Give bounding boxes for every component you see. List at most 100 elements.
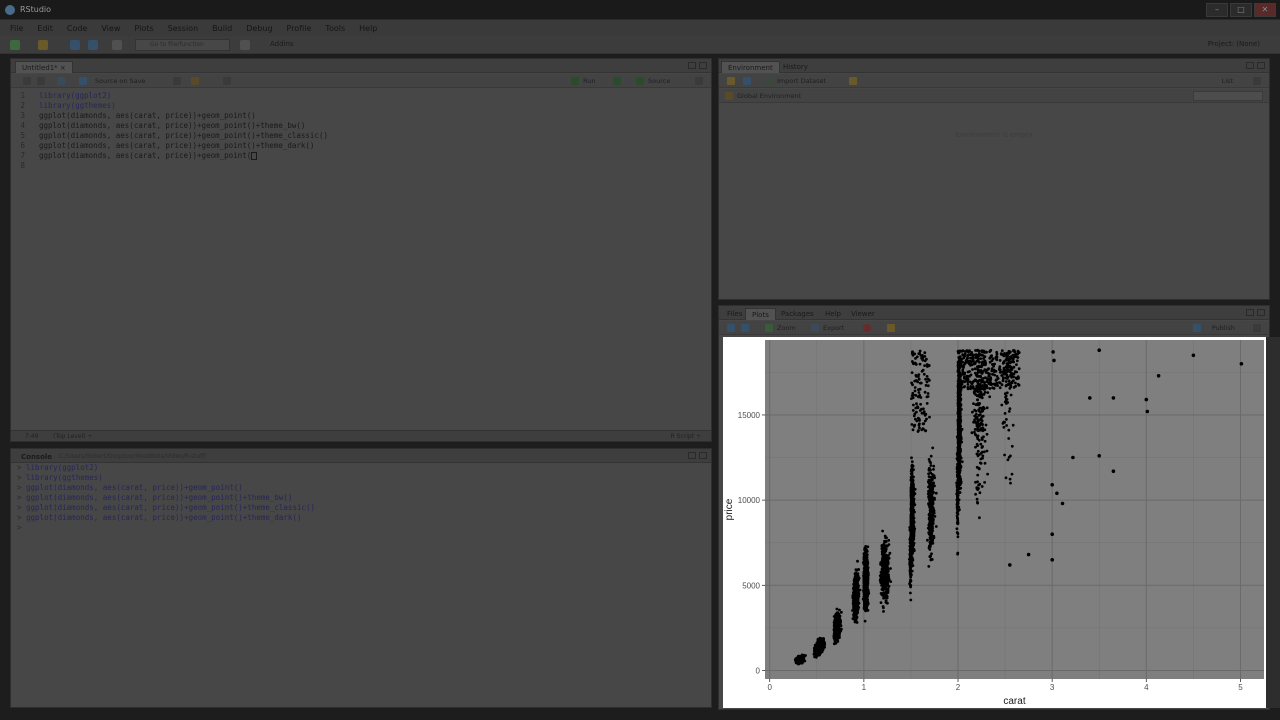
- save-icon[interactable]: [70, 40, 80, 50]
- print-icon[interactable]: [112, 40, 122, 50]
- zoom-button[interactable]: Zoom: [777, 324, 796, 332]
- menu-debug[interactable]: Debug: [246, 24, 272, 33]
- tab-close-icon[interactable]: ×: [60, 64, 66, 72]
- code-line: 6 ggplot(diamonds, aes(carat, price))+geo…: [20, 141, 315, 150]
- menu-tools[interactable]: Tools: [325, 24, 345, 33]
- tab-environment[interactable]: Environment: [721, 61, 780, 73]
- forward-arrow-icon[interactable]: [37, 77, 45, 85]
- menu-file[interactable]: File: [10, 24, 23, 33]
- source-editor-pane: Untitled1* × Source on Save Run Source 1…: [10, 58, 712, 442]
- menu-help[interactable]: Help: [359, 24, 377, 33]
- remove-plot-icon[interactable]: [863, 324, 871, 332]
- menu-plots[interactable]: Plots: [134, 24, 153, 33]
- search-icon[interactable]: [173, 77, 181, 85]
- import-dataset-icon: [765, 77, 773, 85]
- data-point: [882, 542, 886, 545]
- tab-untitled1[interactable]: Untitled1* ×: [15, 61, 73, 73]
- broom-clear-icon[interactable]: [849, 77, 857, 85]
- data-point: [864, 559, 868, 563]
- tab-label: Untitled1*: [22, 64, 58, 72]
- minimize-pane-icon[interactable]: [1246, 62, 1254, 69]
- outline-icon[interactable]: [695, 77, 703, 85]
- data-point: [882, 552, 885, 555]
- load-workspace-icon[interactable]: [727, 77, 735, 85]
- new-file-icon[interactable]: [10, 40, 20, 50]
- open-project-icon[interactable]: [38, 40, 48, 50]
- data-point: [863, 563, 867, 567]
- code-tools-icon[interactable]: [191, 77, 199, 85]
- minimize-icon[interactable]: –: [1206, 3, 1228, 17]
- zoom-icon: [765, 324, 773, 332]
- data-point: [820, 642, 824, 645]
- minimize-pane-icon[interactable]: [1246, 309, 1254, 316]
- menu-build[interactable]: Build: [212, 24, 232, 33]
- maximize-pane-icon[interactable]: [699, 62, 707, 69]
- compile-report-icon[interactable]: [223, 77, 231, 85]
- source-on-save-checkbox[interactable]: Source on Save: [95, 77, 146, 85]
- broom-clear-icon[interactable]: [887, 324, 895, 332]
- close-icon[interactable]: ✕: [1254, 3, 1276, 17]
- data-point: [885, 563, 888, 566]
- maximize-icon[interactable]: □: [1230, 3, 1252, 17]
- tab-console[interactable]: Console: [15, 451, 58, 463]
- save-all-icon[interactable]: [88, 40, 98, 50]
- menu-session[interactable]: Session: [168, 24, 199, 33]
- x-tick-label: 0: [767, 683, 772, 692]
- minimize-pane-icon[interactable]: [688, 62, 696, 69]
- save-workspace-icon[interactable]: [743, 77, 751, 85]
- project-menu[interactable]: Project: (None): [1208, 40, 1260, 48]
- maximize-pane-icon[interactable]: [1257, 309, 1265, 316]
- menu-profile[interactable]: Profile: [287, 24, 312, 33]
- run-button[interactable]: Run: [583, 77, 595, 85]
- rstudio-logo-icon: [5, 5, 15, 15]
- addins-button[interactable]: Addins: [270, 40, 294, 48]
- data-point: [881, 529, 884, 533]
- data-point: [853, 609, 856, 613]
- source-button[interactable]: Source: [648, 77, 670, 85]
- tab-history[interactable]: History: [777, 61, 814, 73]
- refresh-icon[interactable]: [1253, 324, 1261, 332]
- menu-view[interactable]: View: [101, 24, 120, 33]
- tab-packages[interactable]: Packages: [775, 308, 820, 320]
- environment-scope-bar: Global Environment: [719, 89, 1269, 103]
- data-point: [883, 587, 886, 591]
- pane-layout-icon[interactable]: [240, 40, 250, 50]
- data-point: [887, 584, 891, 588]
- forward-arrow-icon[interactable]: [741, 324, 749, 332]
- rerun-icon[interactable]: [613, 77, 621, 85]
- menu-edit[interactable]: Edit: [37, 24, 53, 33]
- code-editor[interactable]: 1 library(ggplot2) 2 library(ggthemes) 3 gg…: [17, 91, 707, 171]
- refresh-icon[interactable]: [1253, 77, 1261, 85]
- console-output[interactable]: > library(ggplot2) > library(ggthemes) >…: [17, 463, 707, 533]
- tab-plots[interactable]: Plots: [745, 308, 776, 320]
- environment-search-input[interactable]: [1193, 91, 1263, 101]
- minimize-pane-icon[interactable]: [688, 452, 696, 459]
- list-view-menu[interactable]: List: [1222, 77, 1233, 85]
- data-point: [863, 584, 867, 588]
- save-icon[interactable]: [79, 77, 87, 85]
- back-arrow-icon[interactable]: [727, 324, 735, 332]
- plot-viewer[interactable]: 0 1 2 3 4 5 0 5000 10000 15000 carat price: [723, 337, 1266, 708]
- console-line: > library(ggplot2): [17, 463, 99, 472]
- goto-file-input[interactable]: Go to file/function: [135, 39, 230, 51]
- export-menu[interactable]: Export: [823, 324, 844, 332]
- global-environment-menu[interactable]: Global Environment: [737, 92, 801, 100]
- console-input-line[interactable]: >: [17, 523, 707, 533]
- maximize-pane-icon[interactable]: [1257, 62, 1265, 69]
- import-dataset-button[interactable]: Import Dataset: [777, 77, 826, 85]
- scope-menu[interactable]: (Top Level) ÷: [53, 433, 93, 440]
- scatter-plot: 0 1 2 3 4 5050001000015000caratprice: [724, 340, 1264, 707]
- tab-help[interactable]: Help: [819, 308, 847, 320]
- back-arrow-icon[interactable]: [23, 77, 31, 85]
- x-tick-label: 5: [1238, 683, 1243, 692]
- y-tick-label: 15000: [738, 411, 761, 420]
- maximize-pane-icon[interactable]: [699, 452, 707, 459]
- show-in-window-icon[interactable]: [57, 77, 65, 85]
- code-line: 1 library(ggplot2): [20, 91, 112, 100]
- publish-button[interactable]: Publish: [1212, 324, 1235, 332]
- data-point: [884, 570, 888, 573]
- file-type-menu[interactable]: R Script ÷: [671, 433, 701, 440]
- tab-viewer[interactable]: Viewer: [845, 308, 881, 320]
- data-point: [835, 607, 839, 611]
- menu-code[interactable]: Code: [67, 24, 87, 33]
